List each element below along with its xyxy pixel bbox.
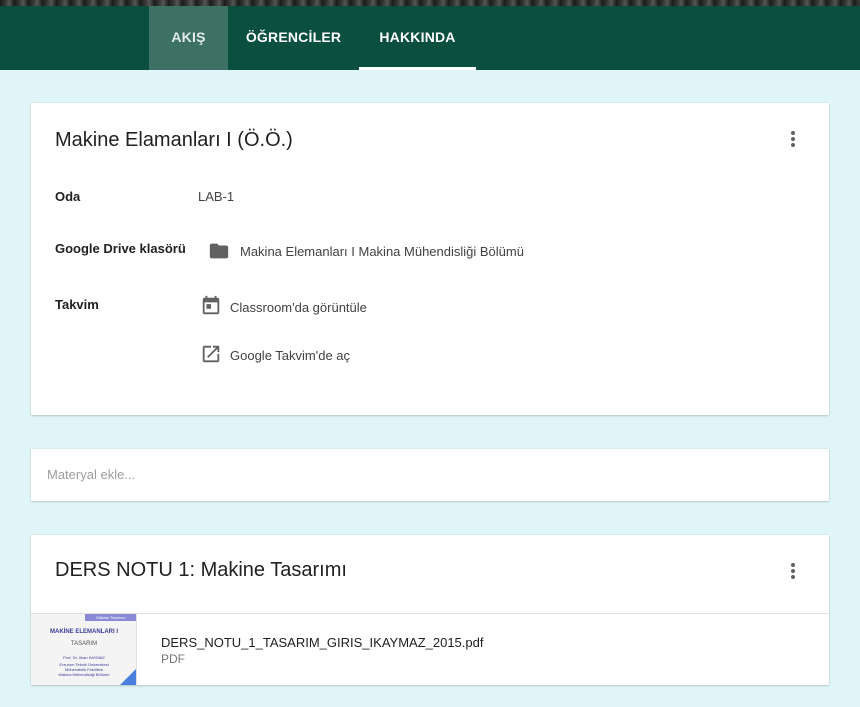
class-title: Makine Elamanları I (Ö.Ö.) [55,129,293,151]
thumbnail-page-fold [120,669,136,685]
about-card: Makine Elamanları I (Ö.Ö.) Oda LAB-1 Goo… [31,103,829,415]
add-material-input[interactable]: Materyal ekle... [47,467,135,482]
class-navbar: AKIŞ ÖĞRENCİLER HAKKINDA [0,6,860,70]
thumbnail-subtitle: TASARIM [70,641,98,647]
attachment-file-type: PDF [161,652,185,666]
open-google-calendar-link[interactable]: Google Takvim'de aç [230,348,350,363]
calendar-icon [200,295,222,317]
pdf-thumbnail: Makine Tasarımı MAKİNE ELEMANLARI I TASA… [31,614,137,685]
thumbnail-title: MAKİNE ELEMANLARI I [50,629,118,635]
thumbnail-header-bar: Makine Tasarımı [85,614,136,621]
drive-folder-link[interactable]: Makina Elemanları I Makina Mühendisliği … [240,244,524,259]
thumbnail-author: Prof. Dr. İlhan KAYMAZ [63,655,105,660]
more-vert-icon[interactable] [781,559,805,583]
folder-icon [208,240,230,262]
more-vert-icon[interactable] [781,127,805,151]
active-tab-indicator [359,67,476,70]
calendar-label: Takvim [55,297,99,312]
attachment-item[interactable]: Makine Tasarımı MAKİNE ELEMANLARI I TASA… [31,614,829,685]
view-in-classroom-link[interactable]: Classroom'da görüntüle [230,300,367,315]
attachment-file-name: DERS_NOTU_1_TASARIM_GIRIS_IKAYMAZ_2015.p… [161,635,484,650]
room-label: Oda [55,189,81,204]
tab-stream[interactable]: AKIŞ [149,6,228,70]
tab-students[interactable]: ÖĞRENCİLER [228,6,359,70]
course-material-card: DERS NOTU 1: Makine Tasarımı Makine Tasa… [31,535,829,685]
thumbnail-header: Makine Tasarımı [96,615,126,620]
open-in-new-icon [200,343,222,365]
drive-folder-label: Google Drive klasörü [55,241,186,256]
course-material-title: DERS NOTU 1: Makine Tasarımı [55,559,347,581]
room-value: LAB-1 [198,189,235,204]
add-material-card[interactable]: Materyal ekle... [31,449,829,501]
tab-about[interactable]: HAKKINDA [359,6,476,70]
